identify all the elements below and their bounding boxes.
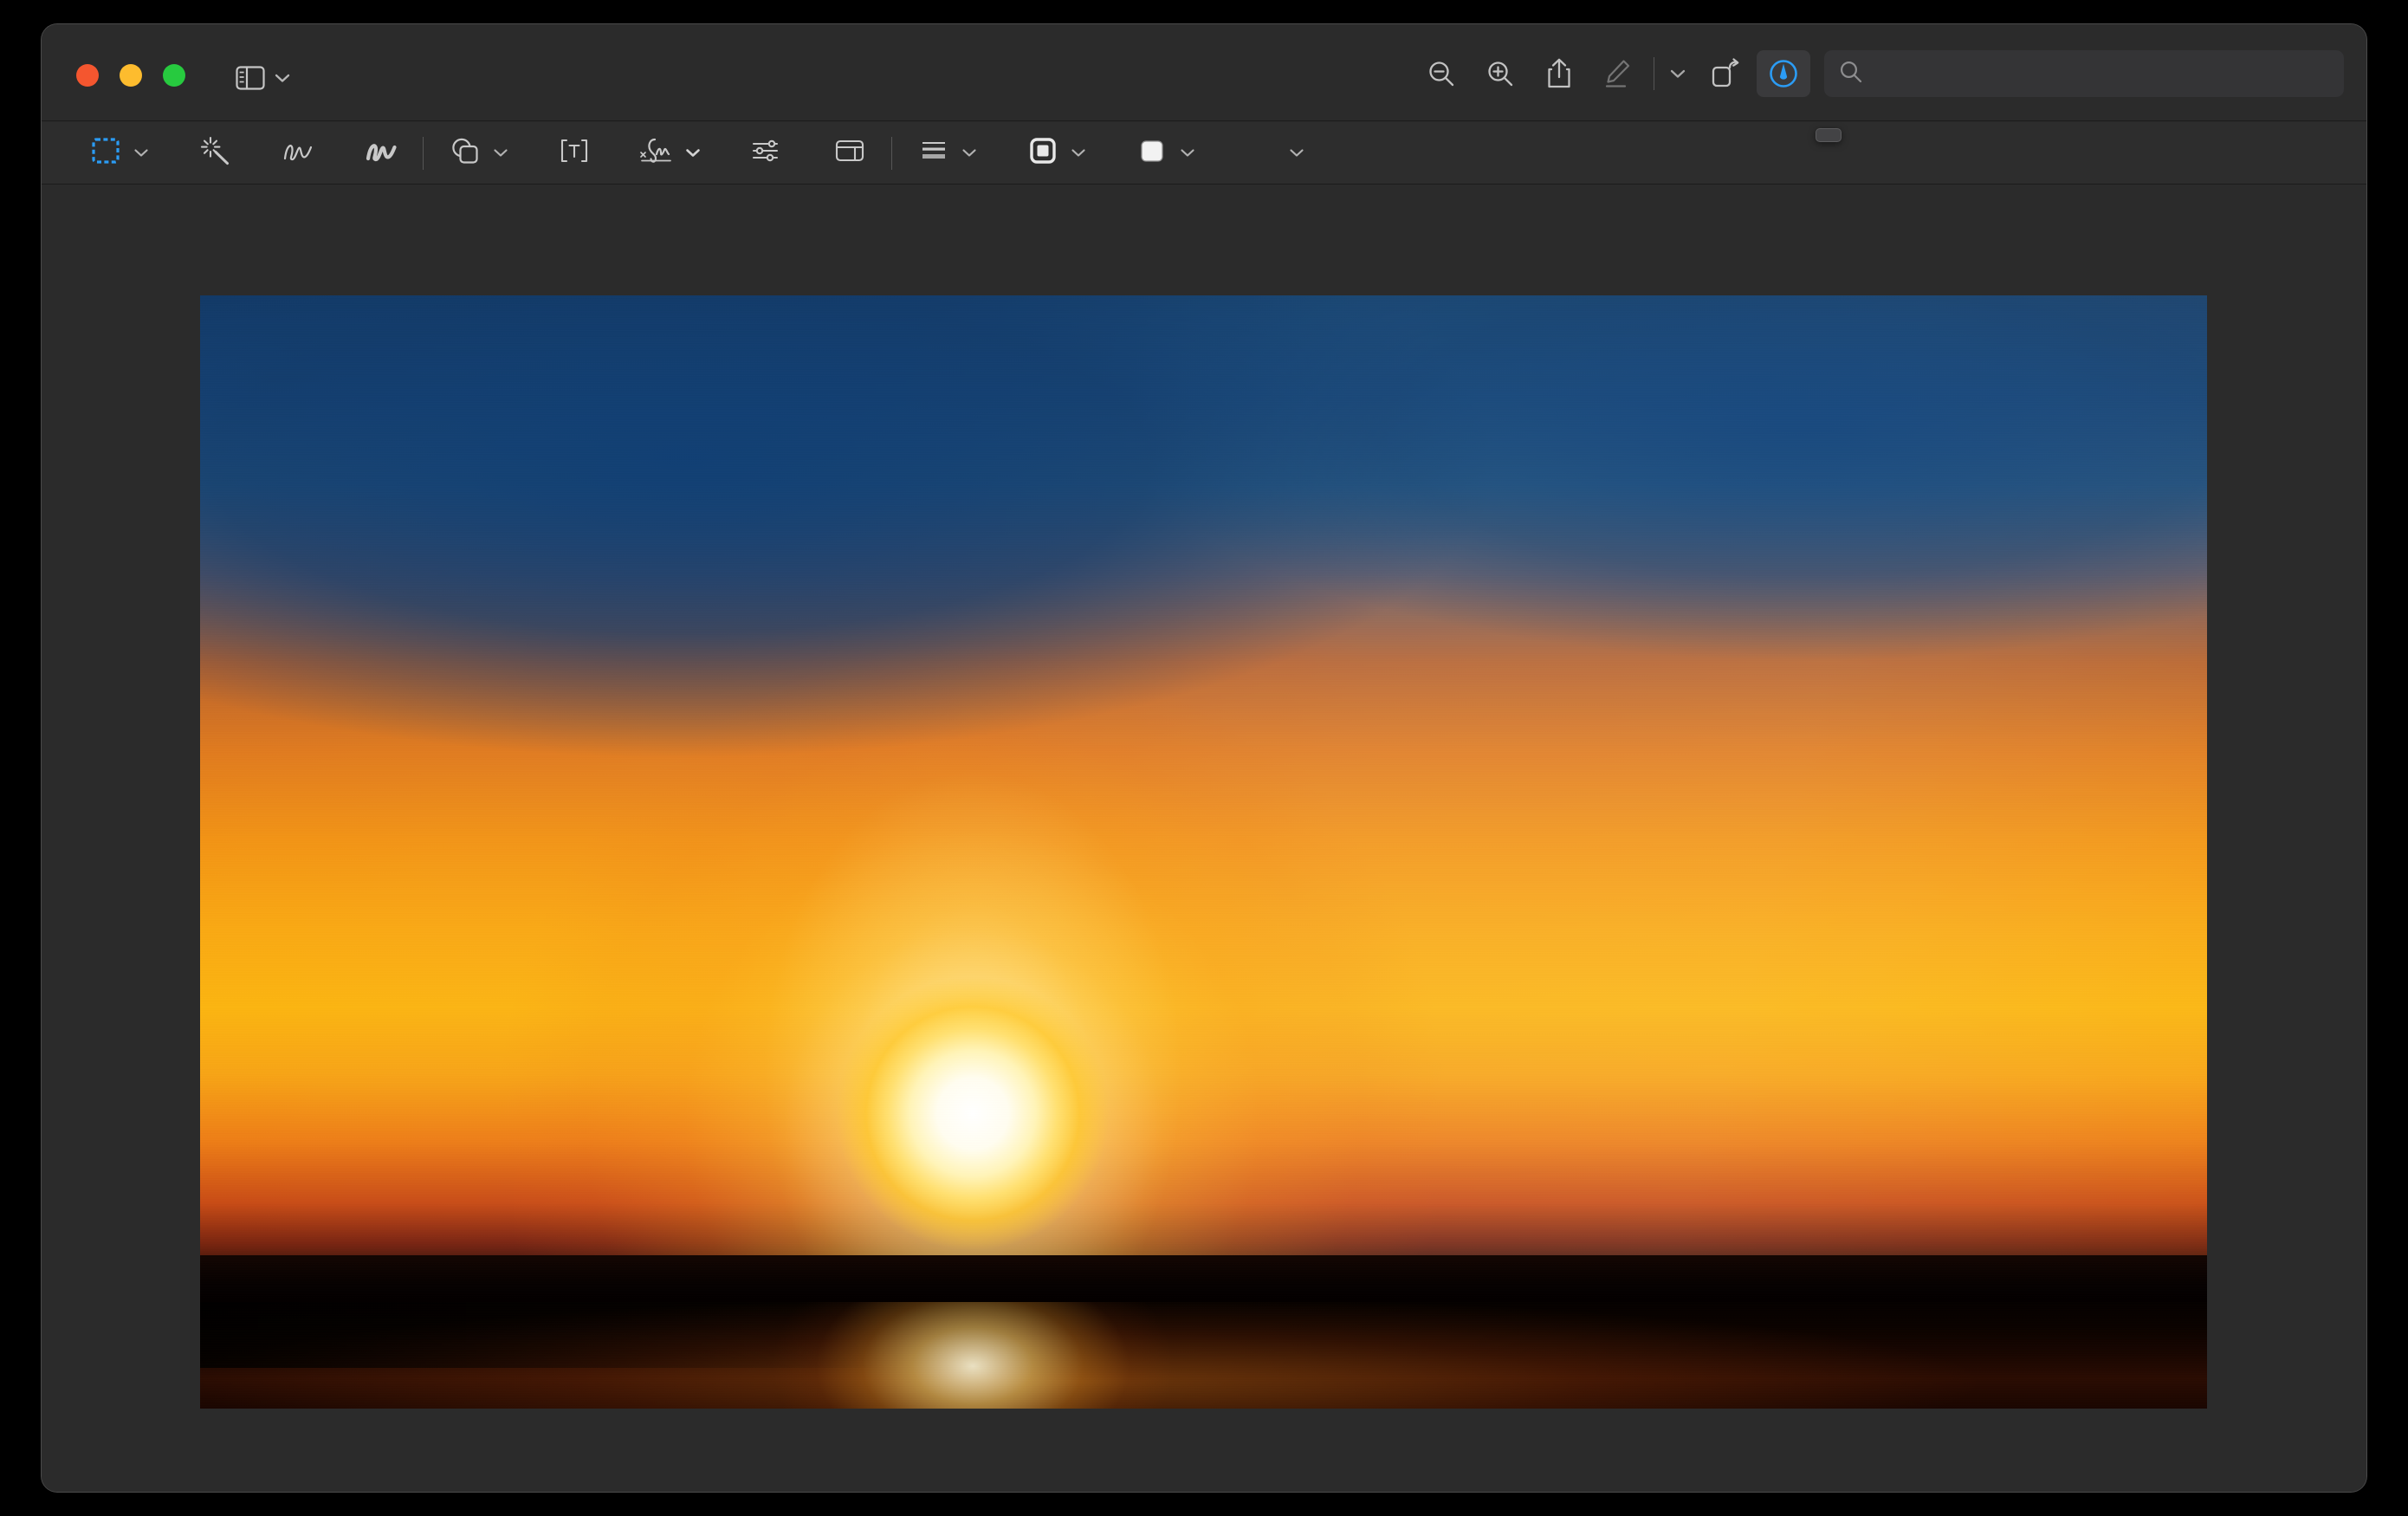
search-field[interactable] <box>1824 50 2344 97</box>
selection-tool-chevron[interactable] <box>128 129 154 178</box>
shapes-chevron[interactable] <box>488 129 514 178</box>
border-color-button[interactable] <box>1020 129 1065 178</box>
line-weight-icon <box>920 139 948 167</box>
font-style-chevron[interactable] <box>1284 129 1310 178</box>
document-canvas[interactable] <box>42 185 2366 1492</box>
draw-button[interactable] <box>359 129 404 178</box>
shape-style-button[interactable] <box>911 129 956 178</box>
border-color-swatch-icon <box>1029 137 1057 169</box>
search-icon <box>1838 59 1864 89</box>
sidebar-icon <box>236 66 265 90</box>
signature-group <box>635 129 706 178</box>
border-color-group <box>1020 129 1091 178</box>
font-style-button[interactable] <box>1239 129 1284 178</box>
rotate-left-button[interactable] <box>1698 50 1751 97</box>
highlight-options-chevron[interactable] <box>1663 50 1693 97</box>
fill-color-swatch-icon <box>1138 137 1166 169</box>
draw-squiggle-icon <box>365 138 398 168</box>
chevron-down-icon <box>274 72 291 84</box>
sliders-icon <box>751 138 782 168</box>
border-color-chevron[interactable] <box>1065 129 1091 178</box>
sidebar-toggle-button[interactable] <box>230 62 296 94</box>
shapes-icon <box>450 136 481 170</box>
fill-color-group <box>1130 129 1201 178</box>
highlight-button[interactable] <box>1591 50 1645 97</box>
text-box-icon <box>559 138 590 168</box>
markup-button[interactable] <box>1757 50 1810 97</box>
dashed-rectangle-icon <box>91 137 120 169</box>
traffic-lights <box>76 64 185 87</box>
shape-style-chevron[interactable] <box>956 129 982 178</box>
title-bar <box>42 24 2366 121</box>
sketch-squiggle-icon <box>282 138 314 168</box>
minimize-button[interactable] <box>120 64 142 87</box>
maximize-button[interactable] <box>163 64 185 87</box>
film-grain-layer <box>200 295 2207 1409</box>
magic-wand-icon <box>199 135 230 171</box>
shapes-group <box>443 129 514 178</box>
signature-icon <box>638 137 676 169</box>
selection-tool-group <box>83 129 154 178</box>
crop-button[interactable] <box>827 129 872 178</box>
tooltip <box>1816 128 1842 142</box>
zoom-out-button[interactable] <box>1414 50 1468 97</box>
zoom-in-button[interactable] <box>1473 50 1527 97</box>
signature-chevron[interactable] <box>680 129 706 178</box>
close-button[interactable] <box>76 64 99 87</box>
crop-layout-icon <box>834 138 865 168</box>
toolbar-right <box>1414 50 2344 97</box>
adjust-color-button[interactable] <box>744 129 789 178</box>
fill-color-chevron[interactable] <box>1175 129 1201 178</box>
image-preview[interactable] <box>200 295 2207 1409</box>
instant-alpha-button[interactable] <box>192 129 237 178</box>
shapes-button[interactable] <box>443 129 488 178</box>
text-button[interactable] <box>552 129 597 178</box>
markup-divider-1 <box>423 136 424 170</box>
markup-toolbar <box>42 122 2366 185</box>
shape-style-group <box>911 129 982 178</box>
markup-divider-2 <box>891 136 892 170</box>
preview-window <box>42 24 2366 1492</box>
signature-button[interactable] <box>635 129 680 178</box>
fill-color-button[interactable] <box>1130 129 1175 178</box>
font-style-group <box>1239 129 1310 178</box>
share-button[interactable] <box>1532 50 1586 97</box>
selection-tool-button[interactable] <box>83 129 128 178</box>
sketch-button[interactable] <box>275 129 320 178</box>
